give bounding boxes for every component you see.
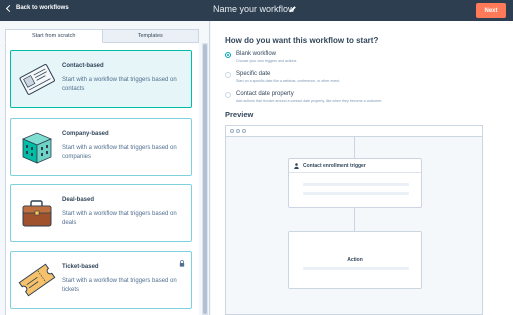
radio-button[interactable]: [225, 92, 231, 98]
window-dot: [230, 129, 234, 133]
scrollbar-thumb[interactable]: [203, 44, 207, 314]
start-options-panel: How do you want this workflow to start? …: [211, 21, 513, 315]
placeholder-line: [303, 267, 409, 270]
window-dot: [236, 129, 240, 133]
preview-heading: Preview: [225, 110, 254, 119]
workflow-name[interactable]: Name your workflow: [213, 4, 295, 14]
person-icon: [294, 162, 299, 169]
action-label: Action: [347, 257, 363, 263]
ticket-icon: [18, 263, 56, 297]
placeholder-line: [303, 192, 409, 195]
connector-line: [354, 208, 355, 231]
workflow-type-panel: Start from scratch Templates Contact-bas…: [0, 21, 210, 315]
ticket-based-card[interactable]: Ticket-based Start with a workflow that …: [10, 251, 192, 309]
tab-bar: Start from scratch Templates: [5, 29, 199, 43]
next-button[interactable]: Next: [476, 3, 506, 18]
preview-window-bar: [226, 126, 482, 137]
briefcase-icon: [22, 200, 52, 227]
option-description: Add actions that revolve around a contac…: [236, 99, 383, 103]
pencil-icon[interactable]: [289, 5, 297, 13]
chevron-left-icon: [5, 4, 14, 12]
tab-start-from-scratch[interactable]: Start from scratch: [5, 29, 103, 43]
radio-button[interactable]: [225, 52, 231, 58]
card-title: Company-based: [62, 131, 109, 137]
start-question-heading: How do you want this workflow to start?: [225, 36, 379, 45]
enrollment-trigger-node: Contact enrollment trigger: [288, 158, 422, 208]
radio-button[interactable]: [225, 72, 231, 78]
card-description: Start with a workflow that triggers base…: [62, 145, 177, 160]
connector-line: [354, 137, 355, 158]
window-dot: [242, 129, 246, 133]
trigger-title: Contact enrollment trigger: [303, 162, 366, 169]
option-label: Blank workflow: [236, 51, 277, 57]
deal-based-card[interactable]: Deal-based Start with a workflow that tr…: [10, 184, 192, 242]
tab-templates[interactable]: Templates: [102, 29, 199, 43]
card-title: Contact-based: [62, 63, 104, 69]
card-title: Ticket-based: [62, 264, 99, 270]
lock-icon: [179, 260, 185, 267]
action-node: Action: [288, 231, 422, 289]
scrollbar[interactable]: [202, 43, 208, 315]
option-description: Start on a specific date like a webinar,…: [236, 79, 341, 83]
workflow-preview: Contact enrollment trigger Action: [225, 125, 483, 315]
workflow-type-list: Contact-based Start with a workflow that…: [5, 43, 199, 315]
option-description: Choose your own triggers and actions.: [236, 59, 298, 63]
contact-card-icon: [19, 64, 55, 95]
card-description: Start with a workflow that triggers base…: [62, 77, 177, 92]
building-icon: [21, 132, 53, 164]
card-description: Start with a workflow that triggers base…: [62, 278, 177, 293]
back-to-workflows-link[interactable]: Back to workflows: [5, 4, 69, 12]
trigger-header: Contact enrollment trigger: [289, 159, 421, 173]
option-label: Contact date property: [236, 91, 294, 97]
top-bar: Back to workflows Name your workflow Nex…: [0, 0, 513, 21]
card-description: Start with a workflow that triggers base…: [62, 211, 177, 226]
contact-based-card[interactable]: Contact-based Start with a workflow that…: [10, 50, 192, 108]
placeholder-line: [303, 183, 409, 186]
company-based-card[interactable]: Company-based Start with a workflow that…: [10, 118, 192, 176]
card-title: Deal-based: [62, 197, 95, 203]
option-label: Specific date: [236, 71, 271, 77]
back-label: Back to workflows: [16, 5, 69, 11]
